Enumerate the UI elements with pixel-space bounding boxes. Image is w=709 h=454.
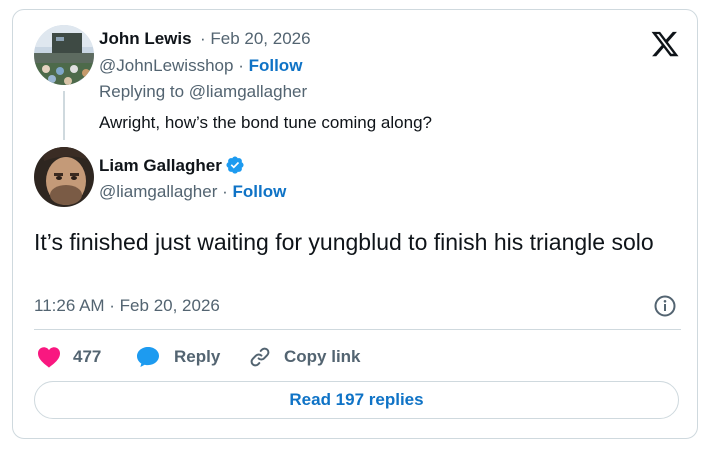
thread-line (63, 91, 65, 140)
embedded-tweet-card: John Lewis · Feb 20, 2026 @JohnLewisshop… (12, 9, 698, 439)
verified-badge-icon (226, 156, 244, 174)
liam-gallagher-avatar[interactable] (34, 147, 94, 207)
read-replies-button[interactable]: Read 197 replies (34, 381, 679, 419)
reply-date[interactable]: · Feb 20, 2026 (200, 29, 311, 49)
heart-icon (38, 347, 60, 368)
reply-button[interactable]: Reply (136, 345, 220, 369)
reply-bubble-icon (137, 347, 159, 367)
reply-handle-line: @JohnLewisshop · Follow (99, 56, 302, 76)
main-author-line: Liam Gallagher (99, 155, 245, 176)
copy-link-label: Copy link (284, 347, 361, 366)
main-tweet-text: It’s finished just waiting for yungblud … (34, 229, 654, 255)
like-button[interactable]: 477 (37, 345, 101, 369)
reply-separator: · (238, 56, 244, 75)
main-follow-link[interactable]: Follow (233, 182, 287, 201)
main-handle[interactable]: @liamgallagher (99, 182, 217, 201)
copy-link-button[interactable]: Copy link (248, 345, 361, 369)
link-icon (250, 347, 270, 367)
reply-handle[interactable]: @JohnLewisshop (99, 56, 233, 75)
reply-text: Awright, how’s the bond tune coming alon… (99, 113, 432, 132)
x-logo-icon[interactable] (650, 29, 680, 59)
read-replies-label: Read 197 replies (289, 390, 424, 409)
main-handle-line: @liamgallagher · Follow (99, 182, 286, 202)
reply-follow-link[interactable]: Follow (249, 56, 303, 75)
john-lewis-avatar[interactable] (34, 25, 94, 85)
main-separator: · (222, 182, 228, 201)
divider (34, 329, 681, 330)
reply-label: Reply (174, 347, 221, 366)
main-author-name[interactable]: Liam Gallagher (99, 156, 222, 175)
info-icon[interactable] (653, 294, 677, 318)
tweet-timestamp[interactable]: 11:26 AM · Feb 20, 2026 (34, 296, 220, 316)
reply-author-name[interactable]: John Lewis (99, 29, 192, 49)
replying-to-label: Replying to @liamgallagher (99, 82, 308, 101)
likes-count: 477 (73, 347, 102, 366)
